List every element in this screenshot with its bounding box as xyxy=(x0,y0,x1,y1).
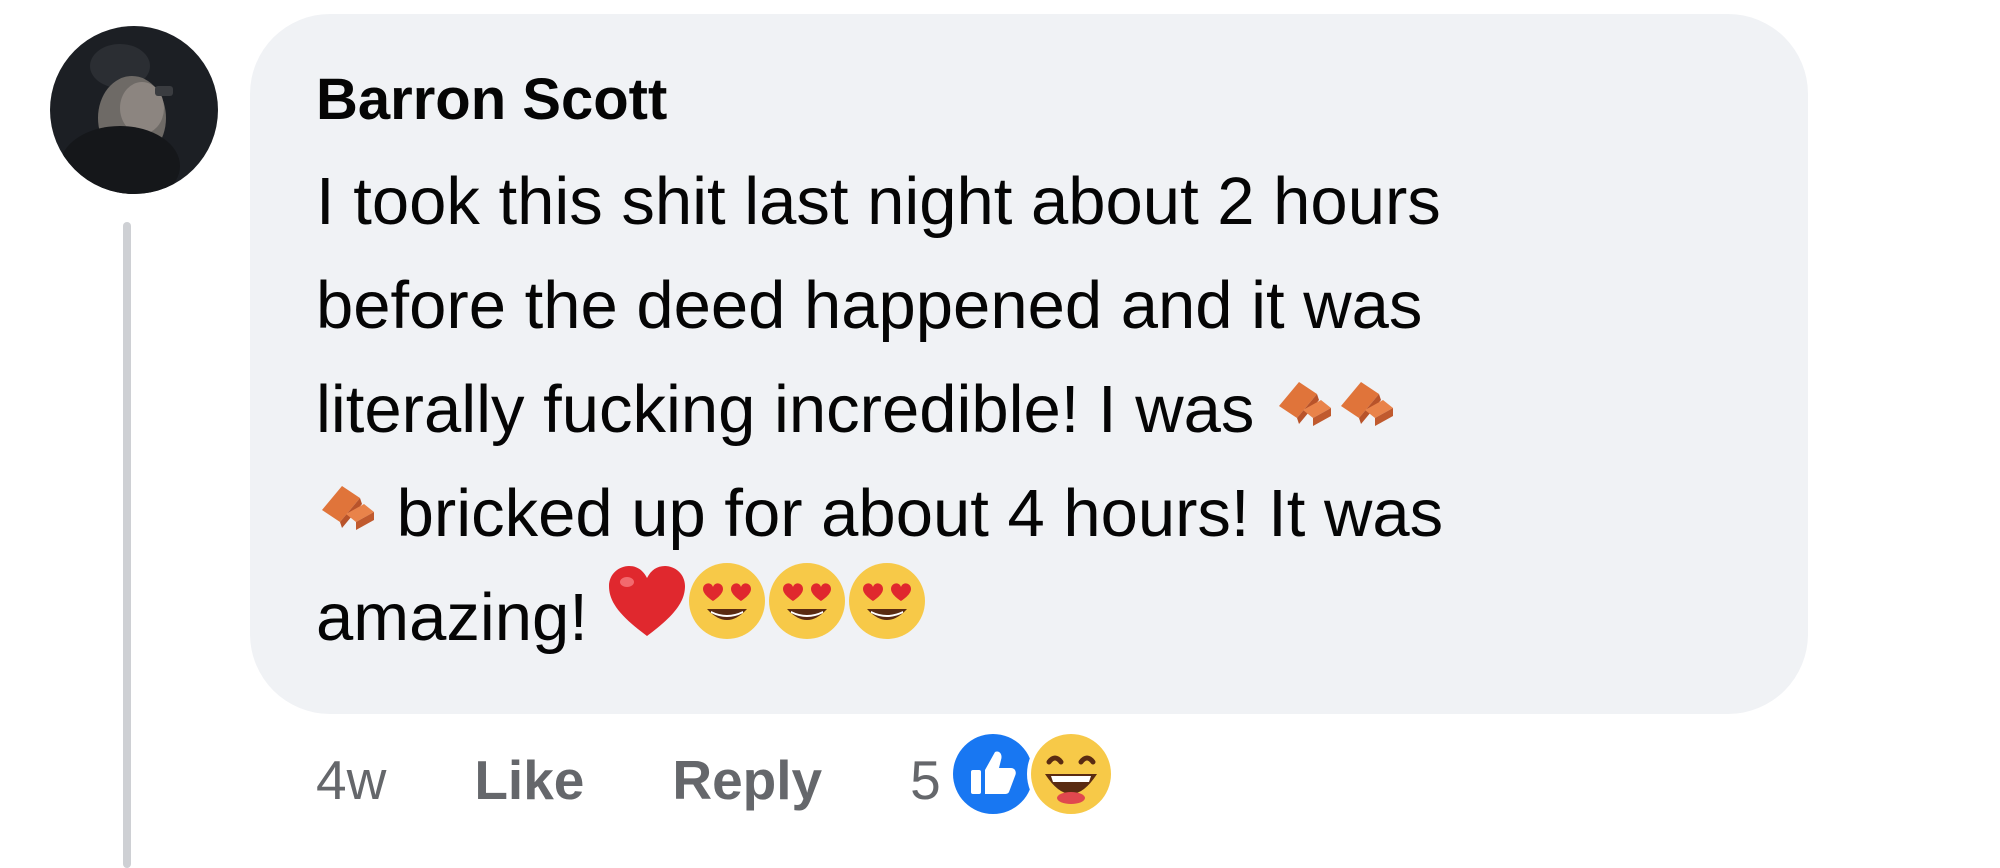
comment-line-text: amazing! xyxy=(316,580,588,655)
comment-line-2: before the deed happened and it was xyxy=(316,254,1752,358)
comment-line-5: amazing! xyxy=(316,563,1752,670)
heart-eyes-emoji xyxy=(687,561,767,671)
comment-text: I took this shit last night about 2 hour… xyxy=(316,150,1752,670)
comment-author[interactable]: Barron Scott xyxy=(316,64,1752,136)
comment-line-text: I took this shit last night about 2 hour… xyxy=(316,164,1441,239)
comment-line-3: literally fucking incredible! I was xyxy=(316,358,1752,462)
comment-timestamp[interactable]: 4w xyxy=(316,748,386,812)
comment-line-text: literally fucking incredible! I was xyxy=(316,372,1255,447)
comment-bubble: Barron Scott I took this shit last night… xyxy=(250,14,1808,714)
comment-line-4: bricked up for about 4 hours! It was xyxy=(316,462,1752,566)
red-heart-emoji xyxy=(607,564,687,668)
comment-line-text: bricked up for about 4 hours! It was xyxy=(396,476,1444,551)
comment-actions: 4w Like Reply 5 xyxy=(316,729,1117,820)
avatar[interactable] xyxy=(50,26,218,194)
avatar-photo xyxy=(50,26,218,194)
reaction-summary[interactable]: 5 xyxy=(910,728,1117,833)
reaction-count: 5 xyxy=(910,749,941,811)
brick-emoji xyxy=(1273,356,1335,460)
brick-emoji xyxy=(316,460,378,564)
haha-reaction-icon xyxy=(1025,728,1117,833)
heart-eyes-emoji xyxy=(847,561,927,671)
brick-emoji xyxy=(1335,356,1397,460)
comment-line-text: before the deed happened and it was xyxy=(316,268,1423,343)
like-button[interactable]: Like xyxy=(474,748,584,812)
heart-eyes-emoji xyxy=(767,561,847,671)
comment-line-1: I took this shit last night about 2 hour… xyxy=(316,150,1752,254)
reply-button[interactable]: Reply xyxy=(672,748,822,812)
thread-line xyxy=(123,222,131,868)
